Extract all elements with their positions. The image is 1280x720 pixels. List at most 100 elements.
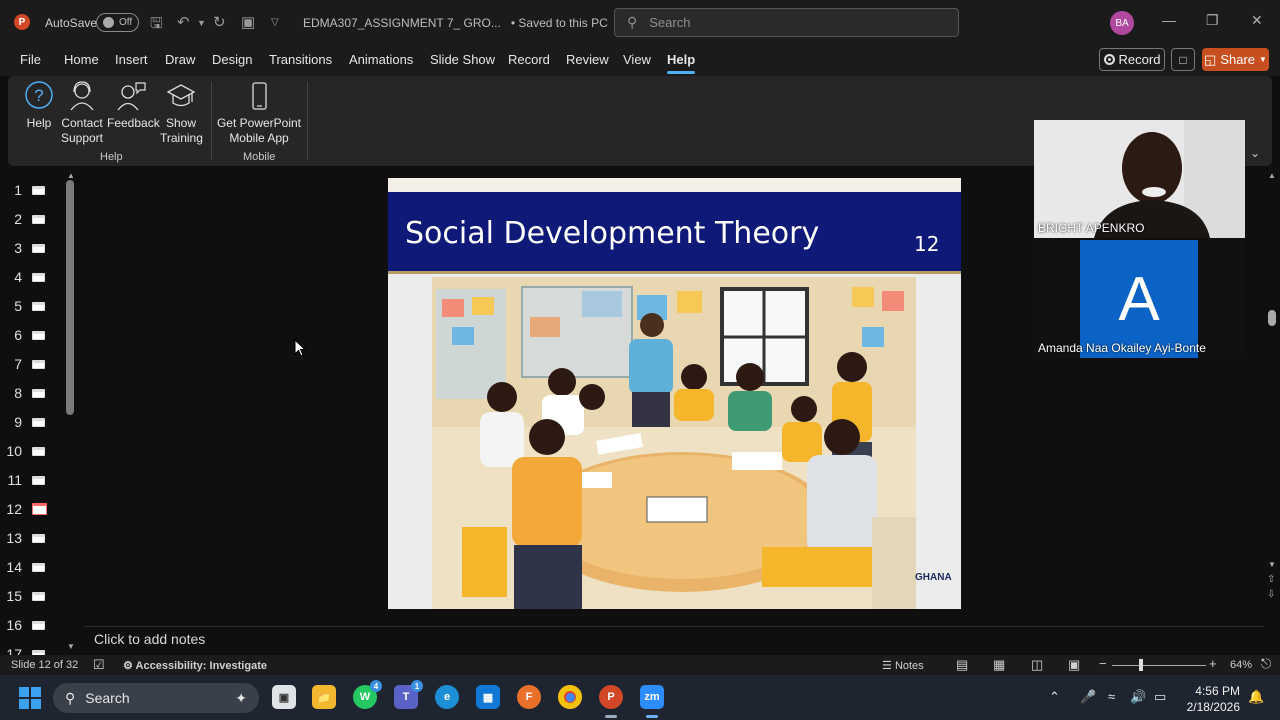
customize-qat-icon[interactable]: ▽: [271, 17, 279, 28]
tab-animations[interactable]: Animations: [349, 52, 413, 67]
next-slide-icon[interactable]: ⇩: [1267, 589, 1275, 600]
autosave-toggle[interactable]: Off: [96, 13, 139, 32]
tab-insert[interactable]: Insert: [115, 52, 148, 67]
minimize-icon[interactable]: —: [1162, 12, 1176, 28]
previous-slide-icon[interactable]: ⇧: [1267, 574, 1275, 585]
undo-icon[interactable]: ↶: [177, 13, 190, 31]
slide-thumbnail[interactable]: 14: [0, 557, 64, 577]
share-button[interactable]: ◱ Share ▼: [1202, 48, 1269, 71]
wifi-icon[interactable]: ≈: [1108, 689, 1115, 704]
contact-support-button[interactable]: Contact Support: [60, 80, 104, 146]
tab-design[interactable]: Design: [212, 52, 252, 67]
redo-icon[interactable]: ↻: [213, 13, 226, 31]
slide[interactable]: Social Development Theory 12 GHANA: [388, 178, 961, 609]
slide-scrollbar[interactable]: [1268, 310, 1276, 326]
search-input[interactable]: ⚲ Search: [614, 8, 959, 37]
zoom-slider[interactable]: [1112, 665, 1206, 666]
slide-thumbnail[interactable]: 6: [0, 325, 64, 345]
battery-icon[interactable]: ▭: [1154, 689, 1166, 705]
zoom-slider-handle[interactable]: [1139, 659, 1143, 671]
normal-view-icon[interactable]: ▤: [956, 657, 968, 673]
whatsapp-icon[interactable]: W4: [353, 680, 382, 709]
autosave-state: Off: [119, 17, 133, 28]
tab-view[interactable]: View: [623, 52, 651, 67]
fit-to-window-icon[interactable]: ⎋: [1261, 656, 1271, 672]
volume-icon[interactable]: 🔊: [1130, 689, 1146, 705]
scroll-down-icon[interactable]: ▼: [67, 642, 75, 651]
taskbar-search[interactable]: ⚲ Search ✦: [53, 683, 259, 713]
help-button[interactable]: ? Help: [22, 80, 56, 131]
slide-thumbnail[interactable]: 15: [0, 586, 64, 606]
slideshow-view-icon[interactable]: ▣: [1068, 657, 1080, 673]
slide-thumbnail[interactable]: 1: [0, 180, 64, 200]
firefox-icon[interactable]: F: [517, 685, 541, 709]
task-view-icon[interactable]: ▣: [272, 685, 296, 709]
reading-view-icon[interactable]: ◫: [1031, 657, 1043, 673]
classroom-illustration[interactable]: [432, 277, 916, 609]
tab-review[interactable]: Review: [566, 52, 609, 67]
spelling-check-icon[interactable]: ☑: [93, 657, 105, 673]
thumbnail-scrollbar[interactable]: [66, 180, 74, 415]
notifications-icon[interactable]: 🔔: [1248, 689, 1264, 705]
notes-input[interactable]: Click to add notes: [84, 626, 1264, 654]
system-clock[interactable]: 4:56 PM 2/18/2026: [1186, 683, 1240, 715]
document-title[interactable]: EDMA307_ASSIGNMENT 7_ GRO... • Saved to …: [303, 16, 621, 30]
show-training-button[interactable]: Show Training: [160, 80, 203, 146]
tab-file[interactable]: File: [20, 52, 41, 67]
close-icon[interactable]: ✕: [1251, 12, 1263, 29]
avatar[interactable]: BA: [1110, 11, 1134, 35]
record-button[interactable]: Record: [1099, 48, 1165, 71]
slide-thumbnail[interactable]: 12: [0, 499, 64, 519]
zoom-out-icon[interactable]: −: [1099, 656, 1107, 671]
chrome-icon[interactable]: [558, 685, 582, 709]
slide-thumbnail[interactable]: 4: [0, 267, 64, 287]
accessibility-checker[interactable]: ⚙ Accessibility: Investigate: [123, 659, 267, 672]
tab-home[interactable]: Home: [64, 52, 99, 67]
scroll-up-icon[interactable]: ▲: [67, 171, 75, 180]
slide-thumbnail[interactable]: 3: [0, 238, 64, 258]
tab-transitions[interactable]: Transitions: [269, 52, 332, 67]
feedback-button[interactable]: Feedback: [107, 80, 160, 131]
get-mobile-app-button[interactable]: Get PowerPoint Mobile App: [216, 80, 302, 146]
comments-button[interactable]: □: [1171, 48, 1195, 71]
slide-title[interactable]: Social Development Theory: [405, 216, 819, 251]
slide-thumbnail[interactable]: 5: [0, 296, 64, 316]
slide-thumbnail[interactable]: 16: [0, 615, 64, 635]
powerpoint-taskbar-icon[interactable]: P: [599, 685, 623, 709]
microphone-icon[interactable]: 🎤: [1080, 689, 1096, 705]
present-icon[interactable]: ▣: [241, 13, 255, 31]
microsoft-store-icon[interactable]: ▦: [476, 685, 500, 709]
slide-thumbnail[interactable]: 7: [0, 354, 64, 374]
file-explorer-icon[interactable]: 📁: [312, 685, 336, 709]
tab-slide-show[interactable]: Slide Show: [430, 52, 495, 67]
zoom-in-icon[interactable]: +: [1209, 656, 1217, 671]
collapse-ribbon-icon[interactable]: ⌄: [1250, 146, 1260, 160]
slide-thumbnail[interactable]: 13: [0, 528, 64, 548]
teams-icon[interactable]: T1: [394, 680, 423, 709]
zoom-app-icon[interactable]: zm: [640, 685, 664, 709]
save-icon[interactable]: 🖫: [150, 13, 163, 38]
slide-preview-icon: [32, 475, 45, 485]
tab-help[interactable]: Help: [667, 52, 696, 74]
slide-thumbnail[interactable]: 8: [0, 383, 64, 403]
video-tile-participant-2[interactable]: A Amanda Naa Okailey Ayi-Bonte: [1034, 240, 1245, 358]
zoom-level[interactable]: 64%: [1230, 659, 1252, 671]
slide-thumbnail[interactable]: 9: [0, 412, 64, 432]
title-bar: P AutoSave Off 🖫 ↶ ▼ ↻ ▣ ▽ EDMA307_ASSIG…: [0, 0, 1280, 44]
slide-thumbnail[interactable]: 11: [0, 470, 64, 490]
tab-draw[interactable]: Draw: [165, 52, 195, 67]
slide-thumbnail-number: 13: [6, 530, 22, 546]
scroll-down-icon[interactable]: ▼: [1268, 560, 1276, 569]
edge-browser-icon[interactable]: e: [435, 685, 459, 709]
tab-record[interactable]: Record: [508, 52, 550, 67]
undo-dropdown-icon[interactable]: ▼: [197, 18, 206, 28]
slide-thumbnail[interactable]: 10: [0, 441, 64, 461]
slide-thumbnail[interactable]: 2: [0, 209, 64, 229]
video-tile-participant-1[interactable]: BRIGHT APENKRO: [1034, 120, 1245, 238]
restore-icon[interactable]: ❐: [1206, 12, 1219, 29]
windows-start-icon[interactable]: [19, 687, 41, 709]
slide-sorter-icon[interactable]: ▦: [993, 657, 1005, 673]
scroll-up-icon[interactable]: ▲: [1268, 171, 1276, 180]
show-hidden-icons-icon[interactable]: ⌃: [1049, 689, 1060, 705]
notes-toggle-button[interactable]: ☰ Notes: [882, 659, 924, 672]
